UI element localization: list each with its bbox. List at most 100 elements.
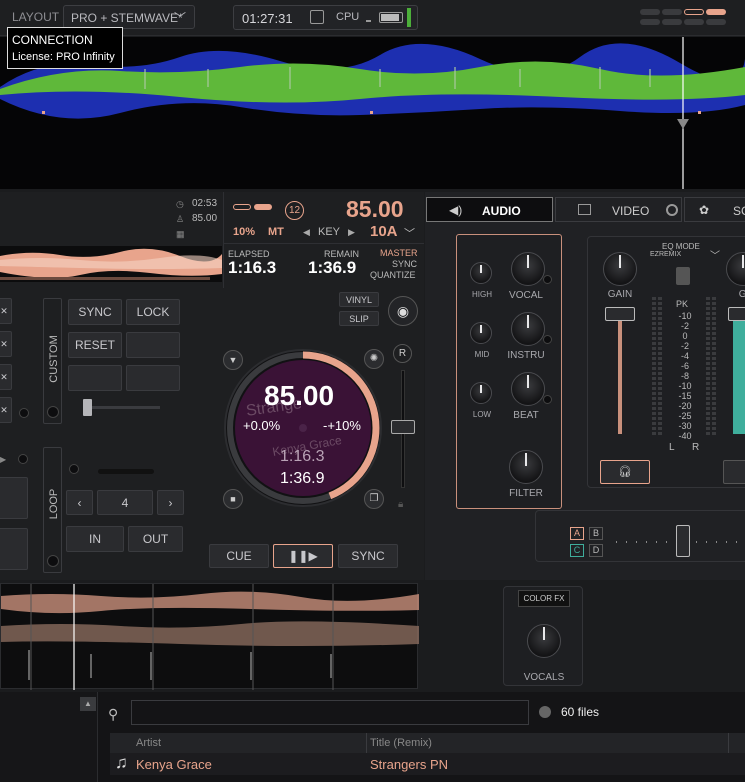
crossfader-handle[interactable]	[676, 525, 690, 557]
stem-waveform[interactable]	[0, 583, 419, 690]
pitch-lock-icon[interactable]	[233, 204, 251, 210]
vocal-knob[interactable]	[511, 252, 545, 286]
gain-knob[interactable]	[603, 252, 637, 286]
column-artist[interactable]: Artist	[136, 737, 161, 749]
chevron-down-icon[interactable]: ﹀	[710, 247, 720, 262]
instru-knob[interactable]	[511, 312, 545, 346]
eject-icon[interactable]: ▼	[223, 350, 243, 370]
slip-button[interactable]: SLIP	[339, 311, 379, 326]
cue-button[interactable]: CUE	[209, 544, 269, 568]
deck-bpm[interactable]: 85.00	[346, 196, 404, 223]
table-row[interactable]: ♫ Kenya Grace Strangers PN	[110, 753, 745, 775]
loop-roll-led[interactable]	[69, 464, 79, 474]
empty-pad-2[interactable]	[68, 365, 122, 391]
left-pad-2[interactable]: ✕	[0, 331, 12, 357]
crossfader-b[interactable]: B	[589, 527, 603, 540]
headphone-cue-button[interactable]: 🎧︎	[600, 460, 650, 484]
custom-tab[interactable]: CUSTOM	[43, 298, 62, 424]
colorfx-select[interactable]: COLOR FX	[518, 590, 570, 607]
key-value[interactable]: 10A	[370, 223, 398, 240]
loop-size[interactable]: 4	[97, 490, 153, 515]
gain-knob-2[interactable]	[726, 252, 745, 286]
loop-tab[interactable]: LOOP	[43, 447, 62, 573]
left-led-2[interactable]	[18, 454, 28, 464]
filter-knob[interactable]	[509, 450, 543, 484]
deck-mini-waveform[interactable]	[0, 246, 222, 282]
db-tick: -40	[678, 431, 692, 441]
left-led[interactable]	[19, 408, 29, 418]
settings-icon[interactable]: ✺	[364, 349, 384, 369]
channel-fader-2[interactable]	[733, 312, 745, 434]
left-pad-4[interactable]: ✕	[0, 397, 12, 423]
vocal-led[interactable]	[543, 275, 552, 284]
search-input[interactable]	[131, 700, 529, 725]
tab-audio[interactable]: ◀︎) AUDIO	[426, 197, 553, 222]
eq-high-knob[interactable]	[470, 262, 492, 284]
instru-led[interactable]	[543, 335, 552, 344]
master-toggle[interactable]: MASTER	[380, 248, 418, 258]
channel-fader-handle[interactable]	[605, 307, 635, 321]
channel-fader-track[interactable]	[618, 312, 622, 434]
eq-mid-knob[interactable]	[470, 322, 492, 344]
left-pad-3[interactable]: ✕	[0, 364, 12, 390]
crossfader-a[interactable]: A	[570, 527, 584, 540]
pitch-mode-icon[interactable]	[254, 204, 272, 210]
layout-select[interactable]: PRO + STEMWAVE* ﹀	[63, 5, 195, 29]
calendar-icon[interactable]	[310, 10, 324, 24]
tab-video[interactable]: VIDEO	[555, 197, 682, 222]
connection-tooltip: CONNECTION License: PRO Infinity	[7, 27, 123, 69]
column-title[interactable]: Title (Remix)	[370, 737, 432, 749]
key-next-icon[interactable]: ▶	[348, 227, 355, 238]
tab-third[interactable]: ✿ SC	[684, 197, 745, 222]
play-mini-icon[interactable]: ▶	[0, 455, 6, 464]
loop-slider[interactable]	[98, 469, 154, 474]
mt-toggle[interactable]: MT	[268, 226, 284, 238]
key-prev-icon[interactable]: ◀	[303, 227, 310, 238]
custom-slider-handle[interactable]	[83, 399, 92, 416]
eq-low-knob[interactable]	[470, 382, 492, 404]
loop-next-button[interactable]: ›	[157, 490, 184, 515]
headphone-cue-button-2[interactable]	[723, 460, 745, 484]
db-scale: -10 -2 0 -2 -4 -6 -8 -10 -15 -20 -25 -30 -40	[668, 311, 702, 441]
reset-pad[interactable]: RESET	[68, 332, 122, 358]
vinyl-button[interactable]: VINYL	[339, 292, 379, 307]
channel-fader-handle-2[interactable]	[728, 307, 745, 321]
colorfx-knob[interactable]	[527, 624, 561, 658]
eq-mode-value[interactable]: EZREMIX	[650, 251, 681, 258]
left-pad-big-2[interactable]	[0, 528, 28, 570]
chevron-down-icon[interactable]: ﹀	[404, 225, 415, 241]
pitch-range[interactable]: 10%	[233, 226, 255, 238]
crossfader-c[interactable]: C	[570, 544, 584, 557]
lock-pad[interactable]: LOCK	[126, 299, 180, 325]
db-tick: -2	[680, 341, 689, 351]
copy-icon[interactable]: ❐	[364, 489, 384, 509]
crossfader-d[interactable]: D	[589, 544, 603, 557]
sidebar-collapse-icon[interactable]: ▲	[80, 697, 96, 711]
filter-icon[interactable]	[539, 706, 551, 718]
connection-license: License: PRO Infinity	[12, 51, 115, 63]
sync-button[interactable]: SYNC	[338, 544, 398, 568]
custom-led[interactable]	[47, 406, 59, 418]
loop-led[interactable]	[47, 555, 59, 567]
loop-prev-button[interactable]: ‹	[66, 490, 93, 515]
empty-pad-3[interactable]	[126, 365, 180, 391]
lock-icon[interactable]: 🔒︎	[398, 499, 403, 510]
quantize-toggle[interactable]: QUANTIZE	[370, 270, 416, 280]
beat-led[interactable]	[543, 395, 552, 404]
eye-icon[interactable]: ◉	[388, 296, 418, 326]
loop-out-button[interactable]: OUT	[128, 526, 183, 552]
view-switcher[interactable]	[640, 9, 738, 29]
custom-slider[interactable]	[86, 406, 160, 409]
left-pad-big-1[interactable]	[0, 477, 28, 519]
beat-knob[interactable]	[511, 372, 545, 406]
stop-icon[interactable]: ■	[223, 489, 243, 509]
pitch-reset-button[interactable]: R	[393, 344, 412, 363]
play-pause-button[interactable]: ❚❚▶	[273, 544, 333, 568]
sync-toggle[interactable]: SYNC	[392, 259, 417, 269]
video-toggle-icon[interactable]	[666, 204, 678, 216]
left-pad-1[interactable]: ✕	[0, 298, 12, 324]
pitch-fader-handle[interactable]	[391, 420, 415, 434]
empty-pad-1[interactable]	[126, 332, 180, 358]
loop-in-button[interactable]: IN	[66, 526, 124, 552]
sync-pad[interactable]: SYNC	[68, 299, 122, 325]
